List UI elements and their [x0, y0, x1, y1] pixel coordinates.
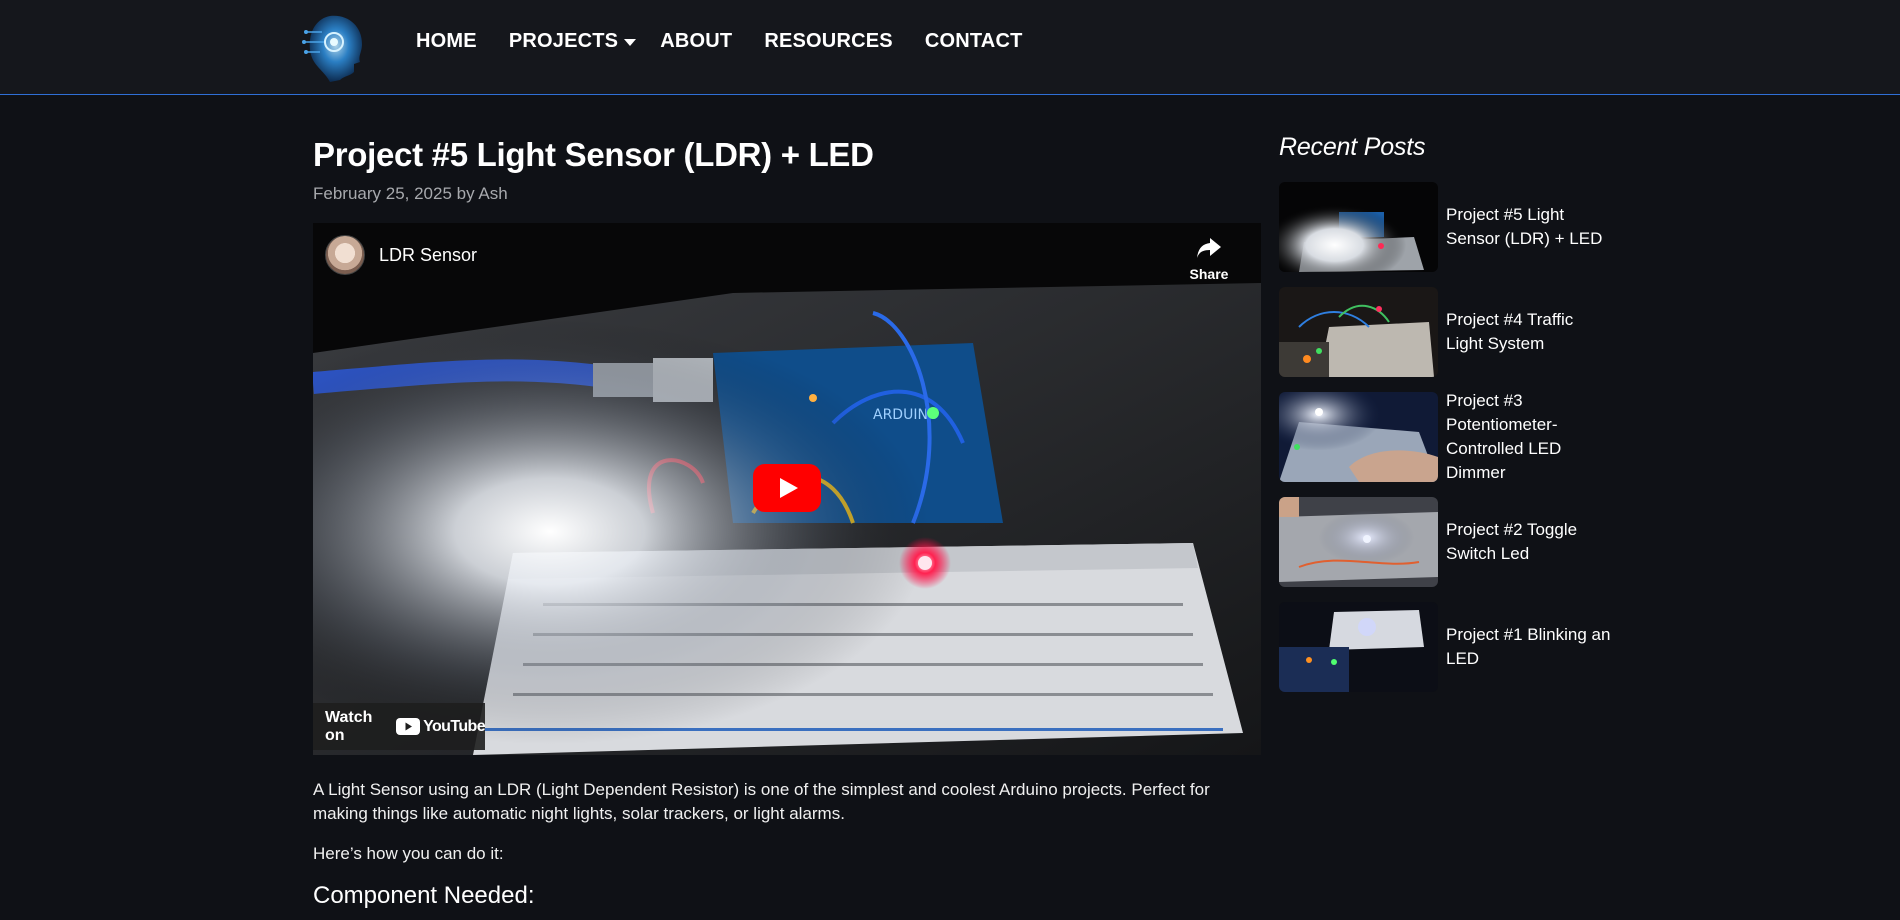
post-content: A Light Sensor using an LDR (Light Depen…: [313, 778, 1261, 882]
components-heading: Component Needed:: [313, 882, 535, 909]
intro-paragraph: A Light Sensor using an LDR (Light Depen…: [313, 780, 1210, 823]
post-thumbnail-image: [1279, 602, 1438, 692]
watch-on-label: Watch on: [325, 708, 373, 744]
nav-about-label: ABOUT: [660, 30, 733, 52]
recent-post-title[interactable]: Project #5 Light Sensor (LDR) + LED: [1446, 182, 1611, 272]
play-button[interactable]: [753, 464, 821, 512]
nav-contact[interactable]: CONTACT: [925, 30, 1023, 53]
youtube-logo-icon: [396, 718, 421, 735]
post-article: Project #5 Light Sensor (LDR) + LED Febr…: [313, 130, 1261, 204]
share-button[interactable]: Share: [1185, 237, 1233, 282]
nav-contact-label: CONTACT: [924, 30, 1023, 52]
post-thumbnail-image: [1279, 497, 1438, 587]
post-thumbnail[interactable]: [1279, 392, 1438, 482]
watch-on-youtube-button[interactable]: Watch on YouTube: [313, 703, 486, 750]
youtube-play-icon: [753, 464, 821, 512]
recent-post-title[interactable]: Project #2 Toggle Switch Led: [1446, 497, 1611, 587]
howto-paragraph: Here’s how you can do it:: [313, 844, 504, 863]
video-embed[interactable]: ARDUINO LDR Sensor Share Watch on: [313, 223, 1261, 755]
post-thumbnail[interactable]: [1279, 602, 1438, 692]
nav-resources[interactable]: RESOURCES: [764, 30, 893, 53]
recent-post-item[interactable]: Project #2 Toggle Switch Led: [1279, 497, 1619, 587]
recent-post-title[interactable]: Project #1 Blinking an LED: [1446, 602, 1611, 692]
nav-home[interactable]: HOME: [416, 30, 477, 53]
nav-projects[interactable]: PROJECTS: [508, 30, 637, 53]
post-thumbnail-image: [1279, 392, 1438, 482]
post-thumbnail-image: [1279, 182, 1438, 272]
post-thumbnail-image: [1279, 287, 1438, 377]
video-title[interactable]: LDR Sensor: [379, 245, 477, 266]
channel-avatar[interactable]: [325, 235, 365, 275]
post-meta: February 25, 2025 by Ash: [313, 184, 508, 203]
recent-post-title[interactable]: Project #3 Potentiometer-Controlled LED …: [1446, 391, 1611, 482]
chevron-down-icon: [624, 39, 637, 46]
nav-home-label: HOME: [416, 30, 477, 52]
site-header: HOME PROJECTS ABOUT RESOURCES CONTACT: [0, 0, 1900, 95]
site-logo[interactable]: [300, 12, 372, 84]
recent-posts-title: Recent Posts: [1279, 133, 1426, 161]
sidebar: Recent Posts Project #5 Light Sensor (LD…: [1279, 133, 1619, 692]
recent-post-item[interactable]: Project #3 Potentiometer-Controlled LED …: [1279, 391, 1619, 482]
post-thumbnail[interactable]: [1279, 497, 1438, 587]
share-arrow-icon: [1197, 238, 1221, 258]
youtube-logo: YouTube: [396, 717, 486, 736]
recent-post-item[interactable]: Project #4 Traffic Light System: [1279, 287, 1619, 377]
video-header: LDR Sensor: [325, 235, 477, 275]
nav-resources-label: RESOURCES: [764, 30, 893, 52]
robot-head-logo-icon: [302, 15, 362, 82]
post-thumbnail[interactable]: [1279, 182, 1438, 272]
post-title: Project #5 Light Sensor (LDR) + LED: [313, 136, 874, 173]
share-label: Share: [1189, 266, 1229, 282]
recent-post-item[interactable]: Project #1 Blinking an LED: [1279, 602, 1619, 692]
recent-post-item[interactable]: Project #5 Light Sensor (LDR) + LED: [1279, 182, 1619, 272]
recent-post-title[interactable]: Project #4 Traffic Light System: [1446, 287, 1611, 377]
post-thumbnail[interactable]: [1279, 287, 1438, 377]
youtube-wordmark: YouTube: [423, 717, 485, 735]
main-nav: HOME PROJECTS ABOUT RESOURCES CONTACT: [416, 30, 1055, 53]
nav-projects-label: PROJECTS: [508, 30, 619, 52]
nav-about[interactable]: ABOUT: [660, 30, 732, 53]
